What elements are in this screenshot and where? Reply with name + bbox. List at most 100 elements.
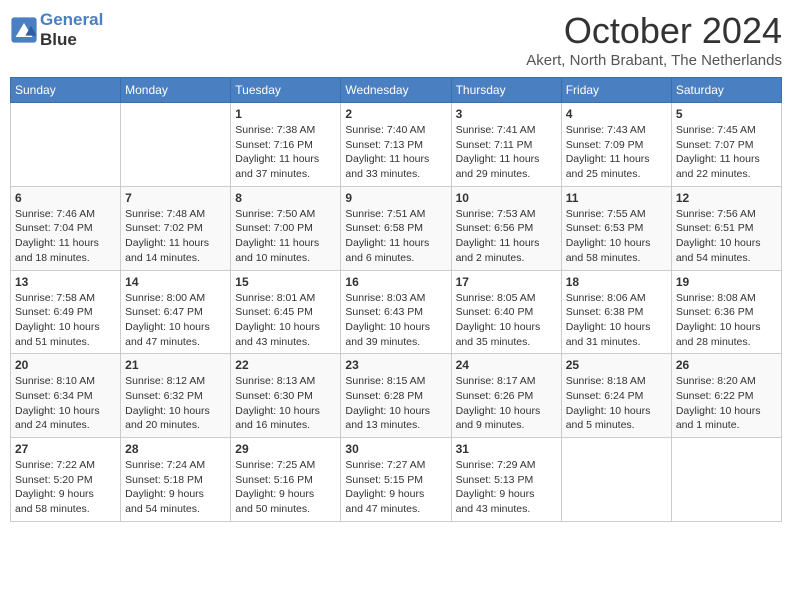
day-info: Sunrise: 7:56 AM Sunset: 6:51 PM Dayligh… [676,207,777,266]
calendar-cell: 6 Sunrise: 7:46 AM Sunset: 7:04 PM Daylig… [11,186,121,270]
calendar-cell: 2 Sunrise: 7:40 AM Sunset: 7:13 PM Daylig… [341,103,451,187]
weekday-header-cell: Thursday [451,78,561,103]
calendar-cell: 19 Sunrise: 8:08 AM Sunset: 6:36 PM Dayli… [671,270,781,354]
day-info: Sunrise: 7:46 AM Sunset: 7:04 PM Dayligh… [15,207,116,266]
day-info: Sunrise: 8:13 AM Sunset: 6:30 PM Dayligh… [235,374,336,433]
day-info: Sunrise: 8:10 AM Sunset: 6:34 PM Dayligh… [15,374,116,433]
day-number: 9 [345,191,446,205]
day-info: Sunrise: 7:38 AM Sunset: 7:16 PM Dayligh… [235,123,336,182]
day-info: Sunrise: 7:55 AM Sunset: 6:53 PM Dayligh… [566,207,667,266]
logo-line1: General [40,10,103,29]
calendar-cell: 1 Sunrise: 7:38 AM Sunset: 7:16 PM Daylig… [231,103,341,187]
calendar-cell: 12 Sunrise: 7:56 AM Sunset: 6:51 PM Dayli… [671,186,781,270]
day-info: Sunrise: 8:20 AM Sunset: 6:22 PM Dayligh… [676,374,777,433]
day-info: Sunrise: 7:58 AM Sunset: 6:49 PM Dayligh… [15,291,116,350]
day-number: 14 [125,275,226,289]
weekday-header-cell: Wednesday [341,78,451,103]
day-info: Sunrise: 8:06 AM Sunset: 6:38 PM Dayligh… [566,291,667,350]
day-info: Sunrise: 7:25 AM Sunset: 5:16 PM Dayligh… [235,458,336,517]
day-number: 20 [15,358,116,372]
calendar-cell [561,438,671,522]
day-info: Sunrise: 7:22 AM Sunset: 5:20 PM Dayligh… [15,458,116,517]
day-number: 21 [125,358,226,372]
calendar-cell: 5 Sunrise: 7:45 AM Sunset: 7:07 PM Daylig… [671,103,781,187]
logo-icon [10,16,38,44]
day-info: Sunrise: 7:45 AM Sunset: 7:07 PM Dayligh… [676,123,777,182]
calendar-cell [671,438,781,522]
calendar-cell: 30 Sunrise: 7:27 AM Sunset: 5:15 PM Dayli… [341,438,451,522]
day-info: Sunrise: 8:15 AM Sunset: 6:28 PM Dayligh… [345,374,446,433]
day-number: 12 [676,191,777,205]
day-number: 10 [456,191,557,205]
day-number: 5 [676,107,777,121]
day-number: 8 [235,191,336,205]
calendar-cell: 26 Sunrise: 8:20 AM Sunset: 6:22 PM Dayli… [671,354,781,438]
day-info: Sunrise: 7:51 AM Sunset: 6:58 PM Dayligh… [345,207,446,266]
day-info: Sunrise: 8:08 AM Sunset: 6:36 PM Dayligh… [676,291,777,350]
title-section: October 2024 Akert, North Brabant, The N… [526,10,782,69]
calendar-cell: 4Sunrise: 7:43 AM Sunset: 7:09 PM Daylig… [561,103,671,187]
day-info: Sunrise: 8:05 AM Sunset: 6:40 PM Dayligh… [456,291,557,350]
day-number: 15 [235,275,336,289]
calendar-week-row: 1 Sunrise: 7:38 AM Sunset: 7:16 PM Daylig… [11,103,782,187]
calendar-cell [121,103,231,187]
day-number: 16 [345,275,446,289]
day-info: Sunrise: 8:18 AM Sunset: 6:24 PM Dayligh… [566,374,667,433]
calendar-cell: 27 Sunrise: 7:22 AM Sunset: 5:20 PM Dayli… [11,438,121,522]
calendar-table: SundayMondayTuesdayWednesdayThursdayFrid… [10,77,782,522]
calendar-cell: 10 Sunrise: 7:53 AM Sunset: 6:56 PM Dayli… [451,186,561,270]
calendar-cell: 28 Sunrise: 7:24 AM Sunset: 5:18 PM Dayli… [121,438,231,522]
calendar-cell: 7Sunrise: 7:48 AM Sunset: 7:02 PM Daylig… [121,186,231,270]
calendar-cell: 13 Sunrise: 7:58 AM Sunset: 6:49 PM Dayli… [11,270,121,354]
day-info: Sunrise: 7:43 AM Sunset: 7:09 PM Dayligh… [566,123,667,182]
day-number: 25 [566,358,667,372]
day-info: Sunrise: 7:53 AM Sunset: 6:56 PM Dayligh… [456,207,557,266]
logo: General Blue [10,10,103,49]
calendar-cell: 31Sunrise: 7:29 AM Sunset: 5:13 PM Dayli… [451,438,561,522]
day-number: 13 [15,275,116,289]
calendar-cell: 14Sunrise: 8:00 AM Sunset: 6:47 PM Dayli… [121,270,231,354]
calendar-cell: 3 Sunrise: 7:41 AM Sunset: 7:11 PM Daylig… [451,103,561,187]
calendar-cell: 17Sunrise: 8:05 AM Sunset: 6:40 PM Dayli… [451,270,561,354]
day-number: 31 [456,442,557,456]
day-number: 28 [125,442,226,456]
calendar-cell: 8 Sunrise: 7:50 AM Sunset: 7:00 PM Daylig… [231,186,341,270]
day-info: Sunrise: 7:48 AM Sunset: 7:02 PM Dayligh… [125,207,226,266]
day-number: 18 [566,275,667,289]
weekday-header-cell: Tuesday [231,78,341,103]
calendar-cell: 29 Sunrise: 7:25 AM Sunset: 5:16 PM Dayli… [231,438,341,522]
day-info: Sunrise: 7:24 AM Sunset: 5:18 PM Dayligh… [125,458,226,517]
weekday-header-row: SundayMondayTuesdayWednesdayThursdayFrid… [11,78,782,103]
calendar-cell: 24Sunrise: 8:17 AM Sunset: 6:26 PM Dayli… [451,354,561,438]
day-number: 26 [676,358,777,372]
day-info: Sunrise: 7:27 AM Sunset: 5:15 PM Dayligh… [345,458,446,517]
calendar-cell: 23Sunrise: 8:15 AM Sunset: 6:28 PM Dayli… [341,354,451,438]
weekday-header-cell: Monday [121,78,231,103]
day-number: 19 [676,275,777,289]
day-number: 3 [456,107,557,121]
day-info: Sunrise: 8:12 AM Sunset: 6:32 PM Dayligh… [125,374,226,433]
day-info: Sunrise: 7:40 AM Sunset: 7:13 PM Dayligh… [345,123,446,182]
calendar-cell: 15 Sunrise: 8:01 AM Sunset: 6:45 PM Dayli… [231,270,341,354]
day-info: Sunrise: 7:50 AM Sunset: 7:00 PM Dayligh… [235,207,336,266]
calendar-cell: 20 Sunrise: 8:10 AM Sunset: 6:34 PM Dayli… [11,354,121,438]
day-number: 29 [235,442,336,456]
weekday-header-cell: Saturday [671,78,781,103]
day-number: 27 [15,442,116,456]
day-number: 6 [15,191,116,205]
calendar-week-row: 27 Sunrise: 7:22 AM Sunset: 5:20 PM Dayli… [11,438,782,522]
calendar-cell: 11 Sunrise: 7:55 AM Sunset: 6:53 PM Dayli… [561,186,671,270]
day-number: 1 [235,107,336,121]
day-info: Sunrise: 7:41 AM Sunset: 7:11 PM Dayligh… [456,123,557,182]
day-number: 11 [566,191,667,205]
day-number: 2 [345,107,446,121]
day-number: 24 [456,358,557,372]
day-info: Sunrise: 8:03 AM Sunset: 6:43 PM Dayligh… [345,291,446,350]
day-number: 22 [235,358,336,372]
day-number: 30 [345,442,446,456]
calendar-week-row: 6 Sunrise: 7:46 AM Sunset: 7:04 PM Daylig… [11,186,782,270]
logo-line2: Blue [40,30,103,50]
calendar-body: 1 Sunrise: 7:38 AM Sunset: 7:16 PM Daylig… [11,103,782,522]
calendar-cell [11,103,121,187]
day-info: Sunrise: 8:01 AM Sunset: 6:45 PM Dayligh… [235,291,336,350]
